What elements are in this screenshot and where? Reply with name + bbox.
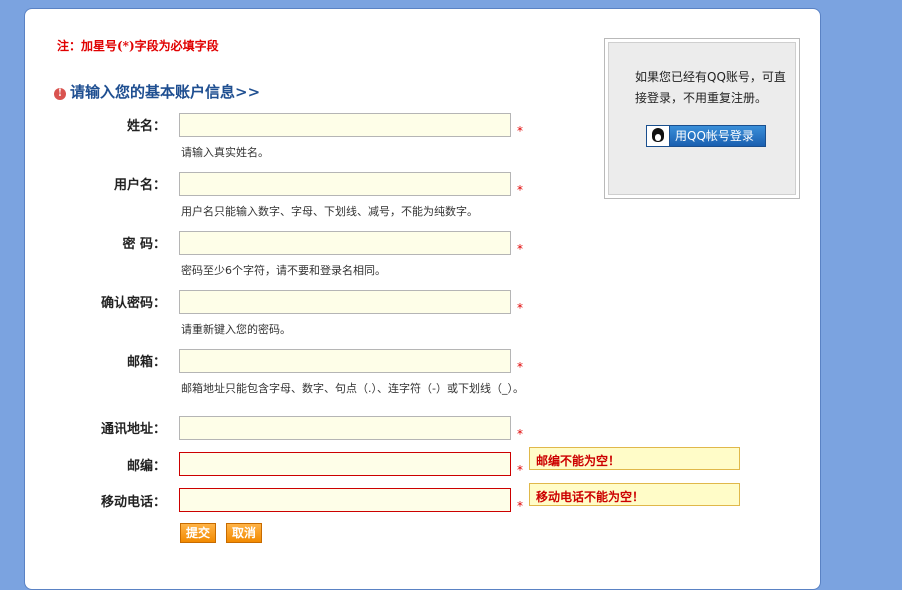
email-label: 邮箱： — [126, 355, 166, 370]
password-required-mark: * — [517, 242, 523, 256]
password-label: 密 码： — [122, 237, 166, 252]
address-input[interactable] — [179, 416, 511, 440]
password-hint: 密码至少6个字符，请不要和登录名相同。 — [181, 264, 386, 277]
zip-label: 邮编： — [126, 459, 166, 474]
name-hint: 请输入真实姓名。 — [181, 146, 269, 159]
address-required-mark: * — [517, 427, 523, 441]
submit-button[interactable]: 提交 — [180, 523, 216, 543]
mobile-required-mark: * — [517, 499, 523, 513]
email-hint: 邮箱地址只能包含字母、数字、句点（.）、连字符（-）或下划线（_）。 — [181, 382, 524, 395]
username-label: 用户名： — [113, 178, 166, 193]
password-input[interactable] — [179, 231, 511, 255]
qq-login-text: 如果您已经有QQ账号，可直接登录，不用重复注册。 — [635, 70, 786, 105]
confirm-password-label: 确认密码： — [100, 296, 166, 311]
confirm-required-mark: * — [517, 301, 523, 315]
cancel-button[interactable]: 取消 — [226, 523, 262, 543]
name-input[interactable] — [179, 113, 511, 137]
qq-login-button[interactable]: 用QQ帐号登录 — [646, 125, 766, 147]
mobile-label: 移动电话： — [100, 495, 166, 510]
name-required-mark: * — [517, 124, 523, 138]
zip-error-message: 邮编不能为空！ — [529, 447, 740, 470]
username-required-mark: * — [517, 183, 523, 197]
mobile-input[interactable] — [179, 488, 511, 512]
section-title: ! 请输入您的基本账户信息>> — [54, 81, 260, 102]
warning-icon: ! — [54, 88, 66, 100]
confirm-password-input[interactable] — [179, 290, 511, 314]
required-note: 注：加星号(*)字段为必填字段 — [57, 39, 219, 53]
qq-login-inner: 如果您已经有QQ账号，可直接登录，不用重复注册。 用QQ帐号登录 — [608, 42, 796, 195]
email-input[interactable] — [179, 349, 511, 373]
username-hint: 用户名只能输入数字、字母、下划线、减号，不能为纯数字。 — [181, 205, 478, 218]
qq-penguin-icon — [647, 126, 670, 146]
section-title-text: 请输入您的基本账户信息>> — [70, 83, 261, 101]
email-required-mark: * — [517, 360, 523, 374]
mobile-error-message: 移动电话不能为空！ — [529, 483, 740, 506]
name-label: 姓名： — [126, 119, 166, 134]
address-label: 通讯地址： — [100, 422, 166, 437]
confirm-password-hint: 请重新键入您的密码。 — [181, 323, 291, 336]
zip-required-mark: * — [517, 463, 523, 477]
qq-login-box: 如果您已经有QQ账号，可直接登录，不用重复注册。 用QQ帐号登录 — [604, 38, 800, 199]
qq-login-button-label: 用QQ帐号登录 — [675, 129, 754, 143]
username-input[interactable] — [179, 172, 511, 196]
zip-input[interactable] — [179, 452, 511, 476]
